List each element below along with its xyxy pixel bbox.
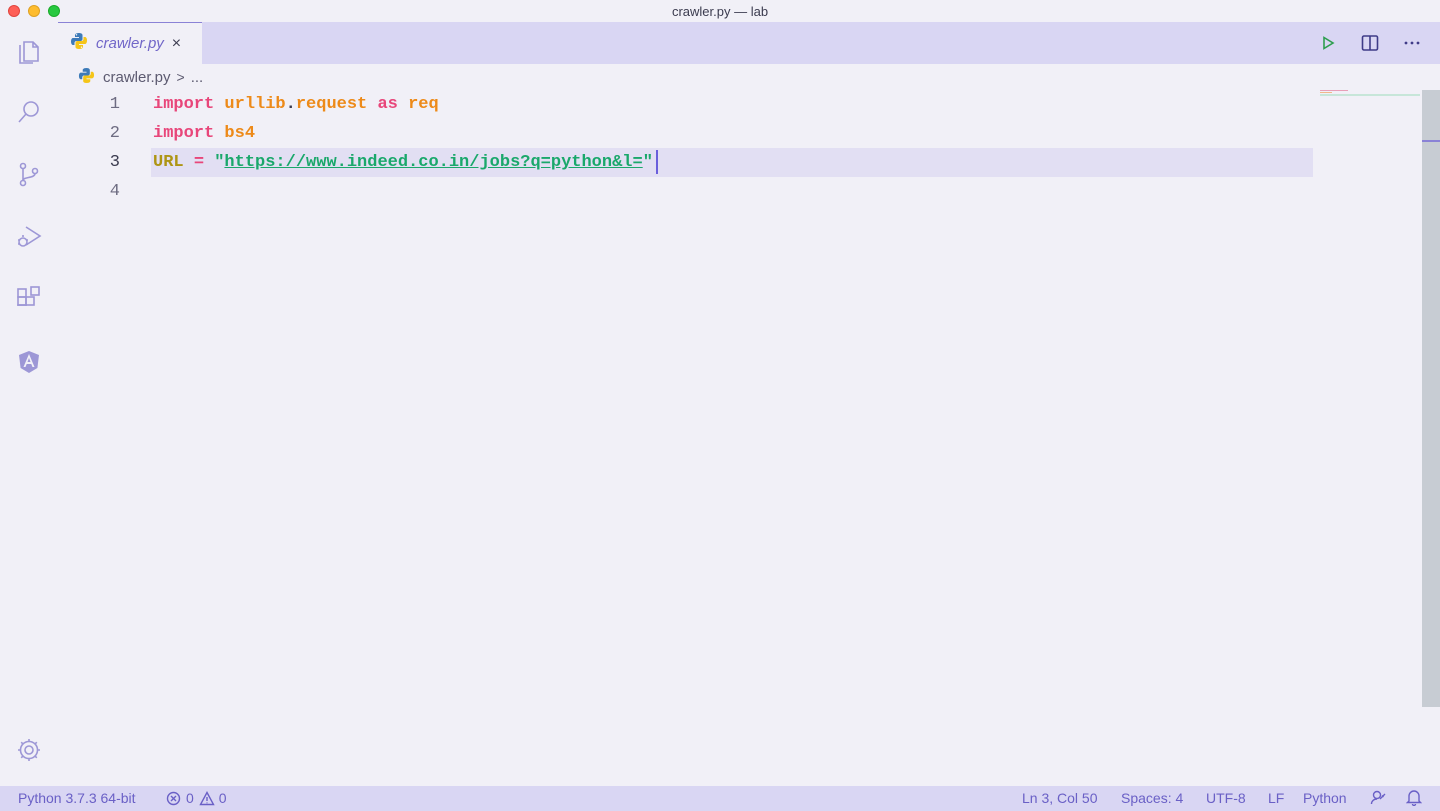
feedback-icon[interactable] [1370,789,1387,806]
split-editor-icon[interactable] [1360,33,1380,53]
module-token: urllib [224,95,286,114]
string-quote: " [642,153,653,172]
minimap[interactable] [1320,90,1420,100]
activity-bar [0,22,58,786]
status-bar: Python 3.7.3 64-bit 0 0 Ln 3, Col 50 Spa… [0,786,1440,811]
tab-label: crawler.py [96,35,164,52]
keyword-token: as [377,95,398,114]
dot-token: . [285,95,296,114]
python-icon [70,32,88,55]
code-editor[interactable]: 1 import urllib.request as req 2 import … [58,90,1422,786]
cursor-position[interactable]: Ln 3, Col 50 [1022,790,1098,806]
error-count: 0 [186,790,194,806]
indentation[interactable]: Spaces: 4 [1121,790,1183,806]
run-debug-icon[interactable] [13,220,45,252]
variable-token: URL [153,153,184,172]
code-line: 1 import urllib.request as req [58,90,1330,119]
code-line: 2 import bs4 [58,119,1330,148]
code-line-current: 3 URL = "https://www.indeed.co.in/jobs?q… [58,148,1330,177]
search-icon[interactable] [13,96,45,128]
python-interpreter[interactable]: Python 3.7.3 64-bit [18,790,136,806]
end-of-line[interactable]: LF [1268,790,1284,806]
close-icon[interactable]: × [172,35,181,53]
alias-token: req [408,95,439,114]
breadcrumb: crawler.py > ... [78,66,203,88]
run-icon[interactable] [1318,33,1338,53]
line-number: 4 [109,182,120,201]
title-bar: crawler.py — lab [0,0,1440,22]
python-icon [78,67,95,88]
gear-icon[interactable] [13,734,45,766]
tab-bar: crawler.py × [58,22,1440,64]
language-mode[interactable]: Python [1303,790,1347,806]
warning-icon [199,790,215,805]
url-link[interactable]: https://www.indeed.co.in/jobs?q=python&l… [224,153,642,172]
source-control-icon[interactable] [13,158,45,190]
breadcrumb-file[interactable]: crawler.py [103,69,171,86]
vertical-scrollbar[interactable] [1422,90,1440,707]
module-token: bs4 [224,124,256,143]
extensions-icon[interactable] [13,282,45,314]
line-number: 2 [109,124,120,143]
operator-token: = [193,153,205,172]
warning-count: 0 [218,790,227,806]
problems-indicator[interactable]: 0 0 [166,790,227,806]
error-icon [166,791,181,805]
window-title: crawler.py — lab [671,4,769,19]
breadcrumb-symbols[interactable]: ... [191,69,204,86]
encoding[interactable]: UTF-8 [1206,790,1246,806]
line-number: 1 [109,95,120,114]
keyword-token: import [153,124,215,143]
chevron-right-icon: > [176,69,185,85]
angular-icon[interactable] [13,346,45,378]
tab-crawler-py[interactable]: crawler.py × [58,22,202,64]
text-cursor [655,149,658,174]
more-actions-icon[interactable] [1402,33,1422,53]
line-number: 3 [109,153,120,172]
explorer-icon[interactable] [13,34,45,66]
keyword-token: import [153,95,215,114]
string-quote: " [214,153,225,172]
code-line: 4 [58,177,1330,206]
module-token: request [295,95,368,114]
scrollbar-cursor-marker [1422,140,1440,142]
notifications-icon[interactable] [1406,789,1422,806]
